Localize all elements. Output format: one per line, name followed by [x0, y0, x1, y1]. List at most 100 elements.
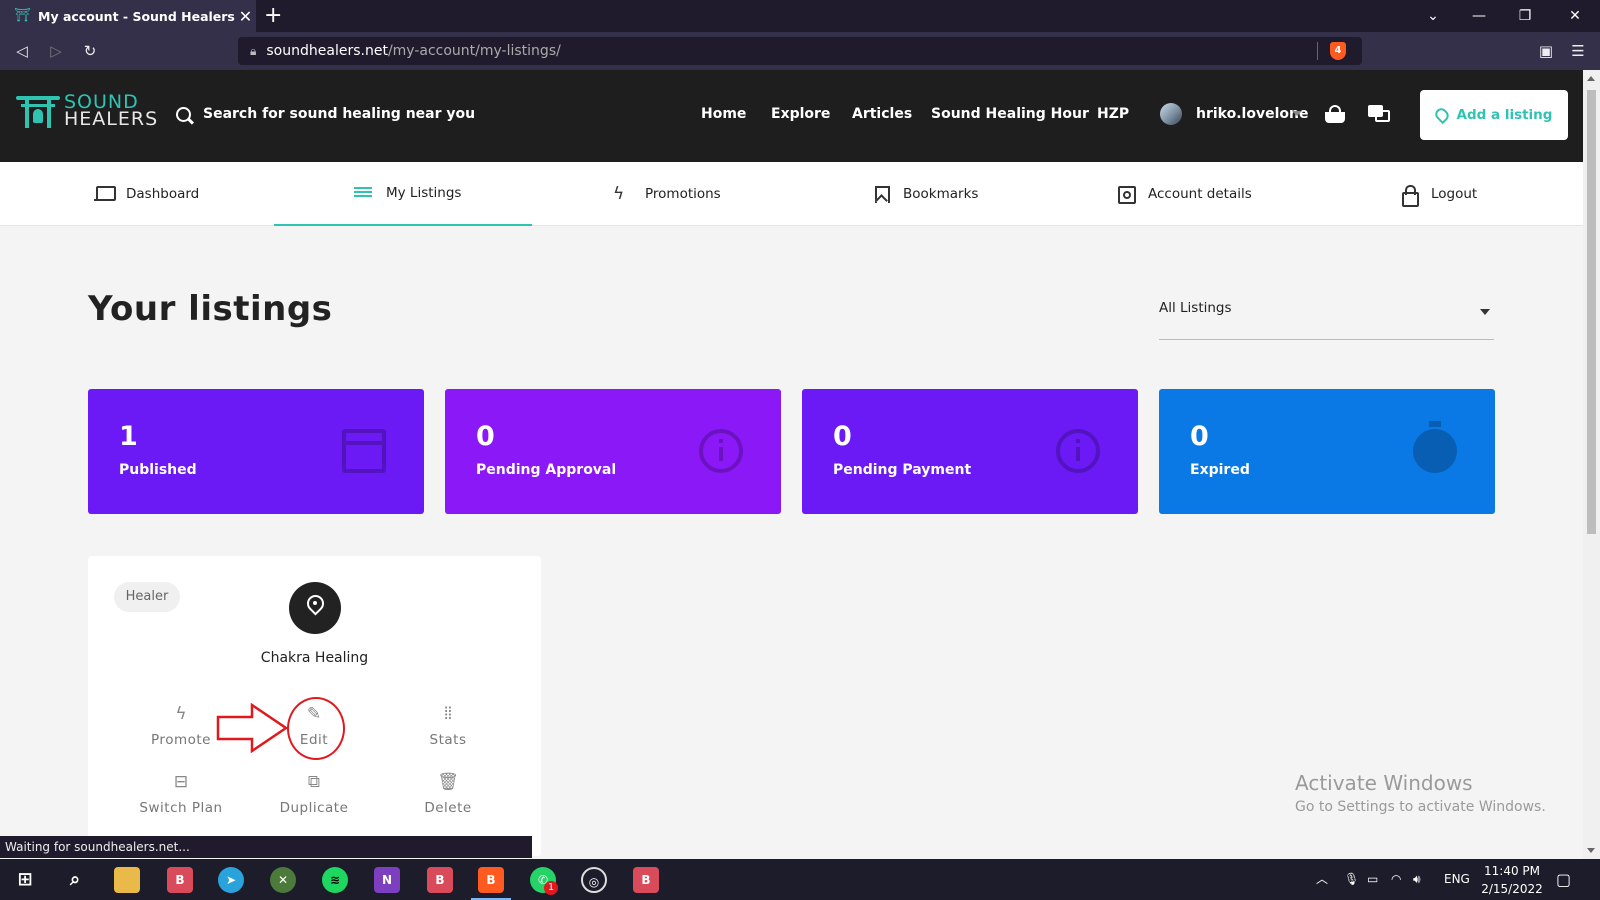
scrollbar-thumb[interactable]: [1587, 90, 1596, 534]
info-icon: [1056, 429, 1100, 473]
close-window-icon[interactable]: ✕: [1552, 0, 1598, 32]
windows-start-icon[interactable]: ⊞: [12, 867, 38, 893]
url-host: soundhealers.net: [266, 43, 388, 59]
audio-bars-icon: ⦙⦙: [444, 704, 452, 724]
browser-tab-title: My account - Sound Healers: [38, 8, 235, 24]
notifications-icon[interactable]: ▢: [1556, 859, 1571, 900]
bolt-icon: ϟ: [613, 184, 625, 204]
telegram-icon[interactable]: ➤: [218, 867, 244, 893]
search-icon: [176, 106, 191, 122]
lock-icon: 🔒︎: [250, 43, 257, 58]
url-divider: [1317, 42, 1318, 60]
cart-basket-icon[interactable]: [1324, 104, 1346, 124]
close-tab-icon[interactable]: ✕: [235, 7, 256, 26]
tab-bookmarks[interactable]: Bookmarks: [871, 162, 978, 226]
tab-my-listings[interactable]: My Listings: [274, 162, 532, 226]
tab-logout[interactable]: Logout: [1399, 162, 1477, 226]
battery-icon[interactable]: ▭: [1367, 859, 1378, 900]
wifi-icon[interactable]: ◠: [1391, 859, 1401, 900]
stat-card-pending-approval[interactable]: 0 Pending Approval: [445, 389, 781, 514]
wallet-icon[interactable]: ▣: [1534, 32, 1558, 70]
notification-badge: 1: [544, 881, 558, 895]
brave-profile-icon[interactable]: B: [167, 867, 193, 893]
tab-bookmarks-label: Bookmarks: [903, 186, 979, 202]
page-scrollbar[interactable]: [1583, 70, 1600, 859]
listing-title[interactable]: Chakra Healing: [88, 650, 541, 666]
stats-button[interactable]: ⦙⦙ Stats: [393, 702, 503, 748]
listings-filter-value: All Listings: [1159, 300, 1232, 316]
switch-plan-button[interactable]: ⊟ Switch Plan: [126, 770, 236, 816]
tray-expand-icon[interactable]: ︿: [1316, 859, 1328, 900]
duplicate-button[interactable]: ⧉ Duplicate: [259, 770, 369, 816]
url-path: /my-account/my-listings/: [387, 43, 561, 59]
brave-profile-icon[interactable]: B: [633, 867, 659, 893]
brave-profile-icon[interactable]: B: [427, 867, 453, 893]
nav-home[interactable]: Home: [701, 106, 746, 122]
nav-explore[interactable]: Explore: [771, 106, 830, 122]
nav-hzp[interactable]: HZP: [1097, 106, 1129, 122]
site-logo[interactable]: SOUND HEALERS: [16, 93, 158, 129]
timer-icon: [1413, 421, 1457, 473]
spotify-icon[interactable]: ≋: [322, 867, 348, 893]
minimize-window-icon[interactable]: —: [1456, 0, 1502, 32]
tab-account-details[interactable]: Account details: [1116, 162, 1252, 226]
windows-taskbar: ⊞ ⌕ B ➤ ✕ ≋ N B B ✆ 1 ◎ B ︿ 🎙︎ ▭ ◠ 🔊︎ EN…: [0, 859, 1600, 900]
switch-plan-label: Switch Plan: [139, 800, 223, 816]
brave-shield-icon[interactable]: 4: [1330, 42, 1346, 60]
new-tab-icon[interactable]: +: [264, 2, 282, 30]
clock-date: 2/15/2022: [1481, 882, 1543, 896]
delete-button[interactable]: 🗑︎ Delete: [393, 770, 503, 816]
header-search-placeholder: Search for sound healing near you: [203, 106, 476, 122]
tab-search-chevron-icon[interactable]: ⌄: [1410, 0, 1456, 32]
stat-label: Pending Approval: [476, 462, 617, 478]
tab-account-details-label: Account details: [1148, 186, 1252, 202]
brave-browser-icon[interactable]: B: [478, 867, 504, 893]
header-search[interactable]: Search for sound healing near you: [176, 106, 475, 122]
nav-articles[interactable]: Articles: [852, 106, 912, 122]
category-badge[interactable]: Healer: [114, 582, 180, 612]
browser-tab-bar: ⛩ My account - Sound Healers ✕ + ⌄ — ❐ ✕: [0, 0, 1600, 32]
xbox-icon[interactable]: ✕: [270, 867, 296, 893]
stat-card-pending-payment[interactable]: 0 Pending Payment: [802, 389, 1138, 514]
stat-count: 0: [1190, 421, 1209, 452]
listings-filter-select[interactable]: All Listings: [1159, 300, 1494, 340]
language-indicator[interactable]: ENG: [1444, 859, 1470, 900]
obs-icon[interactable]: ◎: [581, 867, 607, 893]
reload-icon[interactable]: ↻: [78, 32, 102, 70]
stat-count: 1: [119, 421, 138, 452]
nav-sound-healing-hour[interactable]: Sound Healing Hour: [931, 106, 1089, 122]
tab-logout-label: Logout: [1431, 186, 1478, 202]
delete-label: Delete: [424, 800, 472, 816]
user-menu-chevron-icon[interactable]: [1292, 111, 1302, 116]
restore-window-icon[interactable]: ❐: [1502, 0, 1548, 32]
microphone-icon[interactable]: 🎙︎: [1344, 859, 1359, 900]
add-listing-button[interactable]: Add a listing: [1420, 90, 1568, 140]
location-pin-icon[interactable]: [289, 582, 341, 634]
stat-card-published[interactable]: 1 Published: [88, 389, 424, 514]
tab-dashboard[interactable]: Dashboard: [94, 162, 199, 226]
tab-my-listings-label: My Listings: [386, 185, 462, 201]
onenote-icon[interactable]: N: [374, 867, 400, 893]
file-explorer-icon[interactable]: [114, 867, 140, 893]
scroll-down-icon[interactable]: [1587, 848, 1595, 853]
user-avatar[interactable]: [1160, 103, 1182, 125]
torii-logo-icon: [16, 94, 60, 128]
system-clock[interactable]: 11:40 PM 2/15/2022: [1480, 862, 1544, 898]
stat-card-expired[interactable]: 0 Expired: [1159, 389, 1495, 514]
scroll-up-icon[interactable]: [1587, 76, 1595, 81]
account-tabs: Dashboard My Listings ϟ Promotions Bookm…: [0, 162, 1583, 226]
activate-windows-watermark: Activate Windows Go to Settings to activ…: [1295, 771, 1546, 815]
address-bar[interactable]: 🔒︎ soundhealers.net /my-account/my-listi…: [238, 37, 1362, 65]
browser-tab[interactable]: ⛩ My account - Sound Healers ✕: [0, 0, 256, 32]
trash-icon: 🗑︎: [437, 772, 459, 792]
search-icon[interactable]: ⌕: [62, 867, 88, 893]
tab-promotions[interactable]: ϟ Promotions: [613, 162, 721, 226]
volume-icon[interactable]: 🔊︎: [1413, 859, 1421, 900]
forward-icon[interactable]: ▷: [44, 32, 68, 70]
annotation-circle: [287, 697, 345, 760]
browser-menu-icon[interactable]: ☰: [1566, 32, 1590, 70]
info-icon: [699, 429, 743, 473]
back-icon[interactable]: ◁: [10, 32, 34, 70]
box-icon: ⊟: [173, 772, 189, 792]
messages-icon[interactable]: [1368, 105, 1390, 123]
